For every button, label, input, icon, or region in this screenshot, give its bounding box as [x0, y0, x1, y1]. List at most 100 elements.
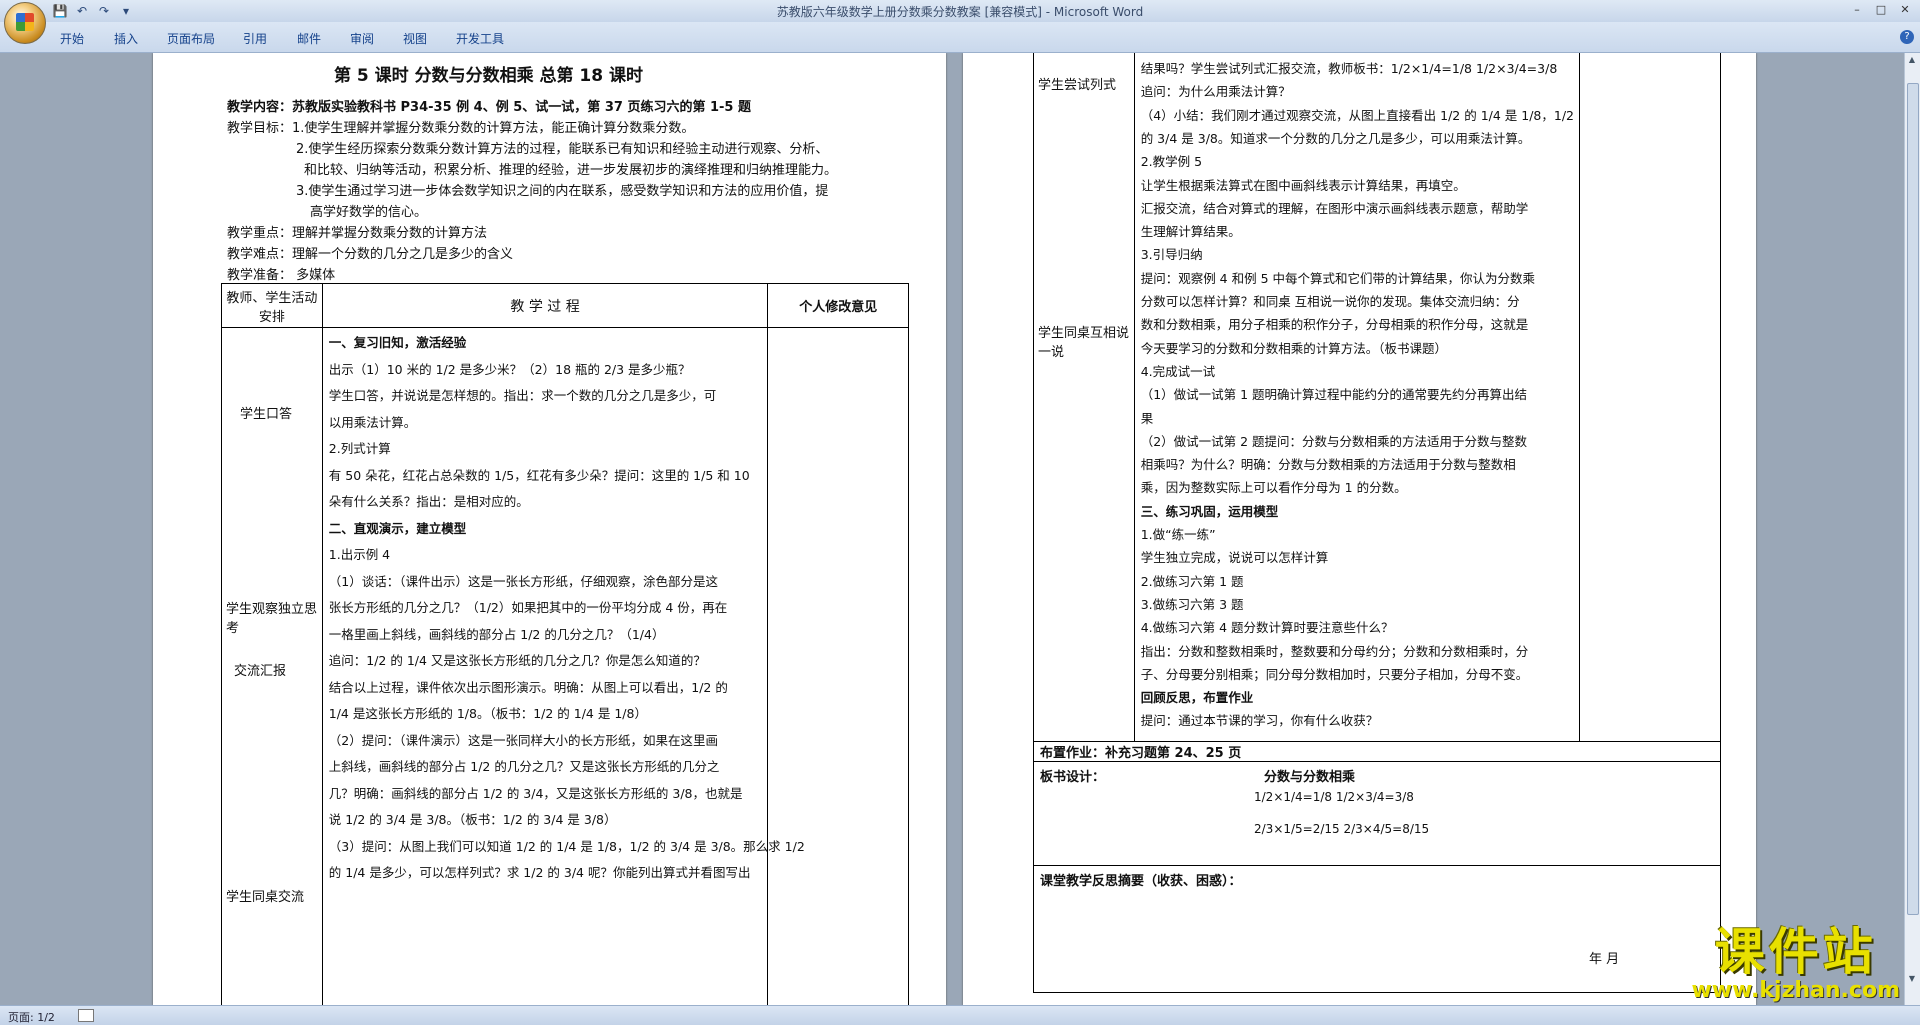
activity-try-formula: 学生尝试列式	[1038, 78, 1117, 93]
process-line: 生理解计算结果。	[1140, 224, 1241, 240]
process-line: 分数可以怎样计算？和同桌 互相说一说你的发现。集体交流归纳：分	[1140, 294, 1520, 309]
col-head-notes: 个人修改意见	[767, 283, 909, 328]
process-cell: 一、复习旧知，激活经验出示（1）10 米的 1/2 是多少米？（2）18 瓶的 …	[321, 327, 805, 1006]
proofing-icon[interactable]	[78, 1009, 94, 1022]
process-line: 学生口答，并说说是怎样想的。指出：求一个数的几分之几是多少，可	[328, 388, 717, 403]
teaching-goal-3b: 高学好数学的信心。	[310, 205, 428, 220]
process-line: 提问：通过本节课的学习，你有什么收获？	[1140, 713, 1379, 729]
scroll-thumb[interactable]	[1907, 83, 1919, 915]
vertical-scrollbar[interactable]: ▲ ▼	[1904, 53, 1920, 1006]
process-line: （1）谈话：（课件出示）这是一张长方形纸，仔细观察，涂色部分是这	[328, 573, 718, 589]
homework-row: 布置作业：补充习题第 24、25 页	[1033, 741, 1721, 762]
tab-developer[interactable]: 开发工具	[456, 30, 504, 47]
process-line: 让学生根据乘法算式在图中画斜线表示计算结果，再填空。	[1140, 177, 1466, 193]
process-line: 2.做练习六第 1 题	[1140, 573, 1244, 589]
scroll-up-icon[interactable]: ▲	[1907, 55, 1917, 65]
tab-home[interactable]: 开始	[60, 30, 84, 47]
tab-view[interactable]: 视图	[403, 30, 427, 47]
process-line: 说 1/2 的 3/4 是 3/8。（板书：1/2 的 3/4 是 3/8）	[328, 812, 617, 827]
reflection-row[interactable]: 课堂教学反思摘要（收获、困惑）： 年 月	[1033, 865, 1721, 993]
process-line: 1.做“练一练”	[1140, 527, 1216, 542]
watermark-title: 课件站	[1714, 922, 1877, 981]
process-line: 3.做练习六第 3 题	[1140, 596, 1244, 612]
process-line: 汇报交流，结合对算式的理解，在图形中演示画斜线表示题意，帮助学	[1140, 200, 1529, 216]
scroll-down-icon[interactable]: ▼	[1907, 974, 1917, 984]
process-line: 4.完成试一试	[1140, 363, 1216, 379]
process-line: 二、直观演示，建立模型	[328, 520, 467, 536]
process-line: 2.列式计算	[328, 441, 391, 456]
page-1[interactable]: 第 5 课时 分数与分数相乘 总第 18 课时 教学内容：苏教版实验教科书 P3…	[153, 53, 946, 1006]
teaching-goal-1: 教学目标：1.使学生理解并掌握分数乘分数的计算方法，能正确计算分数乘分数。	[227, 121, 695, 136]
process-line: 三、练习巩固，运用模型	[1140, 503, 1279, 519]
teaching-content: 教学内容：苏教版实验教科书 P34-35 例 4、例 5、试一试，第 37 页练…	[227, 100, 751, 115]
tab-insert[interactable]: 插入	[114, 30, 138, 47]
activity-pair-talk: 学生同桌交流	[226, 890, 305, 905]
reflection-label: 课堂教学反思摘要（收获、困惑）：	[1040, 874, 1242, 889]
homework-text: 布置作业：补充习题第 24、25 页	[1040, 746, 1242, 761]
process-line: 有 50 朵花，红花占总朵数的 1/5，红花有多少朵？提问：这里的 1/5 和 …	[328, 467, 750, 483]
process-line: 张长方形纸的几分之几？（1/2）如果把其中的一份平均分成 4 份，再在	[328, 600, 728, 615]
process-line: （1）做试一试第 1 题明确计算过程中能约分的通常要先约分再算出结	[1140, 387, 1528, 403]
process-line: 出示（1）10 米的 1/2 是多少米？（2）18 瓶的 2/3 是多少瓶？	[328, 361, 691, 377]
board-equation-2: 2/3×1/5=2/15 2/3×4/5=8/15	[1254, 822, 1430, 836]
document-workspace[interactable]: 第 5 课时 分数与分数相乘 总第 18 课时 教学内容：苏教版实验教科书 P3…	[0, 53, 1905, 1006]
process-line: 子、分母要分别相乘；同分母分数相加时，只要分子相加，分母不变。	[1140, 666, 1529, 682]
process-line: 指出：分数和整数相乘时，整数要和分母约分；分数和分数相乘时，分	[1140, 643, 1529, 659]
teaching-prep: 教学准备： 多媒体	[227, 268, 336, 283]
teaching-difficulty: 教学难点：理解一个分数的几分之几是多少的含义	[227, 247, 514, 262]
teaching-goal-2b: 和比较、归纳等活动，积累分析、推理的经验，进一步发展初步的演绎推理和归纳推理能力…	[304, 163, 838, 178]
activities-cell-2: 学生尝试列式 学生同桌互相说一说	[1033, 53, 1135, 742]
site-watermark: 课件站 www.kjzhan.com	[1691, 922, 1900, 1004]
process-line: 一格里画上斜线，画斜线的部分占 1/2 的几分之几？（1/4）	[328, 626, 665, 642]
tab-page-layout[interactable]: 页面布局	[167, 30, 215, 47]
activity-report: 交流汇报	[234, 664, 287, 679]
maximize-icon[interactable]: □	[1870, 2, 1892, 18]
board-title: 分数与分数相乘	[1264, 770, 1356, 785]
notes-cell[interactable]	[767, 327, 909, 1006]
process-line: 提问：观察例 4 和例 5 中每个算式和它们带的计算结果，你认为分数乘	[1140, 270, 1536, 286]
col-head-process: 教 学 过 程	[321, 283, 769, 328]
process-line: 一、复习旧知，激活经验	[328, 335, 467, 350]
process-line: 2.教学例 5	[1140, 154, 1203, 170]
teaching-goal-2: 2.使学生经历探索分数乘分数计算方法的过程，能联系已有知识和经验主动进行观察、分…	[296, 142, 829, 157]
activity-observe: 学生观察独立思考	[226, 602, 318, 636]
tab-mailings[interactable]: 邮件	[297, 30, 321, 47]
process-line: 朵有什么关系？指出：是相对应的。	[328, 494, 529, 509]
process-line: 以用乘法计算。	[328, 414, 417, 430]
window-controls: – □ ✕	[1846, 2, 1916, 18]
process-line: 今天要学习的分数和分数相乘的计算方法。（板书课题）	[1140, 340, 1447, 356]
notes-cell-2[interactable]	[1579, 53, 1721, 742]
process-line: 相乘吗？为什么？明确：分数与分数相乘的方法适用于分数与整数相	[1140, 457, 1516, 473]
process-line: 结合以上过程，课件依次出示图形演示。明确：从图上可以看出，1/2 的	[328, 679, 728, 695]
process-line: 乘，因为整数实际上可以看作分母为 1 的分数。	[1140, 480, 1407, 496]
help-icon[interactable]: ?	[1900, 30, 1914, 44]
window-title: 苏教版六年级数学上册分数乘分数教案 [兼容模式] - Microsoft Wor…	[776, 5, 1144, 19]
process-line: 的 1/4 是多少，可以怎样列式？求 1/2 的 3/4 呢？你能列出算式并看图…	[328, 865, 751, 880]
page-count[interactable]: 页面: 1/2	[8, 1009, 55, 1025]
process-line: 回顾反思，布置作业	[1140, 690, 1254, 706]
page-2[interactable]: 学生尝试列式 学生同桌互相说一说 结果吗？学生尝试列式汇报交流，教师板书：1/2…	[963, 53, 1756, 1006]
ribbon-tabs: 开始 插入 页面布局 引用 邮件 审阅 视图 开发工具 ?	[0, 22, 1920, 53]
process-line: （3）提问：从图上我们可以知道 1/2 的 1/4 是 1/8，1/2 的 3/…	[328, 838, 805, 854]
tab-review[interactable]: 审阅	[350, 30, 374, 47]
status-bar: 页面: 1/2	[0, 1005, 1920, 1025]
process-line: 上斜线，画斜线的部分占 1/2 的几分之几？又是这张长方形纸的几分之	[328, 759, 720, 774]
activities-cell: 学生口答 学生观察独立思考 交流汇报 学生同桌交流	[221, 327, 323, 1006]
process-line: 3.引导归纳	[1140, 247, 1203, 263]
process-cell-2: 结果吗？学生尝试列式汇报交流，教师板书：1/2×1/4=1/8 1/2×3/4=…	[1133, 53, 1581, 742]
activity-pair-say: 学生同桌互相说一说	[1038, 326, 1130, 360]
process-line: 1/4 是这张长方形纸的 1/8。（板书：1/2 的 1/4 是 1/8）	[328, 706, 647, 721]
minimize-icon[interactable]: –	[1846, 2, 1868, 18]
office-button[interactable]	[4, 2, 46, 44]
close-icon[interactable]: ✕	[1894, 2, 1916, 18]
process-line: 数和分数相乘，用分子相乘的积作分子，分母相乘的积作分母，这就是	[1140, 317, 1529, 333]
lesson-header: 第 5 课时 分数与分数相乘 总第 18 课时	[334, 66, 643, 86]
process-line: （2）做试一试第 2 题提问：分数与分数相乘的方法适用于分数与整数	[1140, 433, 1528, 449]
process-line: 几？明确：画斜线的部分占 1/2 的 3/4，又是这张长方形纸的 3/8，也就是	[328, 785, 743, 801]
board-design-row: 板书设计： 分数与分数相乘 1/2×1/4=1/8 1/2×3/4=3/8 2/…	[1033, 761, 1721, 866]
process-line: （4）小结：我们刚才通过观察交流，从图上直接看出 1/2 的 1/4 是 1/8…	[1140, 107, 1574, 123]
tab-references[interactable]: 引用	[243, 30, 267, 47]
teaching-focus: 教学重点：理解并掌握分数乘分数的计算方法	[227, 226, 488, 241]
process-line: 1.出示例 4	[328, 547, 391, 562]
process-line: （2）提问：（课件演示）这是一张同样大小的长方形纸，如果在这里画	[328, 732, 718, 748]
